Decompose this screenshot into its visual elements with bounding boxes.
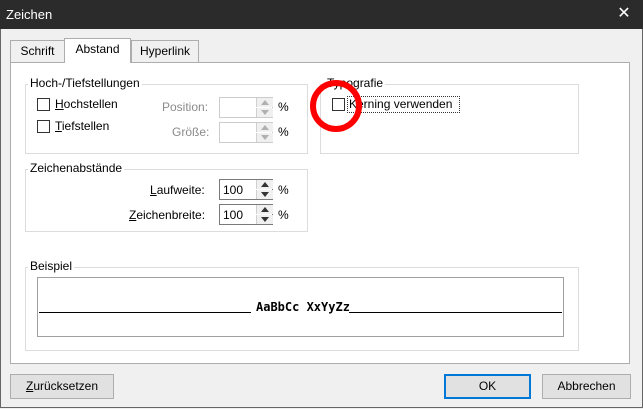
tiefstellen-label[interactable]: Tiefstellen: [55, 119, 109, 133]
position-unit: %: [278, 100, 289, 114]
zeichenbreite-down-button[interactable]: [256, 215, 273, 224]
position-spinbox[interactable]: [219, 97, 273, 118]
title-bar: Zeichen ✕: [0, 0, 643, 29]
laufweite-spin-arrows: [256, 180, 273, 199]
position-label: Position:: [162, 100, 209, 114]
tiefstellen-mnemonic: T: [55, 119, 62, 133]
hochstellen-label[interactable]: Hochstellen: [55, 97, 118, 111]
groesse-down-button[interactable]: [256, 133, 273, 142]
chevron-down-icon: [261, 192, 269, 197]
tab-label: Hyperlink: [139, 44, 190, 58]
hochstellen-label-rest: ochstellen: [63, 97, 118, 111]
groesse-up-button[interactable]: [256, 123, 273, 132]
zeichenbreite-value: 100: [223, 208, 244, 222]
chevron-up-icon: [261, 125, 269, 130]
groesse-unit: %: [278, 125, 289, 139]
position-down-button[interactable]: [256, 108, 273, 117]
position-spin-arrows: [256, 98, 273, 117]
group-label-zeichenabstaende: Zeichenabstände: [28, 161, 125, 175]
zeichenbreite-spin-arrows: [256, 205, 273, 224]
annotation-circle: [310, 80, 362, 132]
zeichenbreite-label-rest: eichenbreite:: [136, 208, 206, 222]
tiefstellen-label-rest: iefstellen: [61, 119, 110, 133]
hochstellen-mnemonic: H: [55, 97, 64, 111]
laufweite-down-button[interactable]: [256, 190, 273, 199]
zeichenbreite-spinbox[interactable]: 100: [219, 204, 273, 225]
laufweite-mnemonic: L: [150, 183, 157, 197]
group-label-hoch-tief: Hoch-/Tiefstellungen: [28, 76, 142, 90]
laufweite-unit: %: [278, 183, 289, 197]
close-icon[interactable]: ✕: [613, 4, 635, 24]
groesse-spin-arrows: [256, 123, 273, 142]
preview-baseline-right: [349, 312, 562, 313]
laufweite-label: Laufweite:: [150, 183, 205, 197]
chevron-down-icon: [261, 110, 269, 115]
laufweite-spinbox[interactable]: 100: [219, 179, 273, 200]
reset-label-rest: urücksetzen: [33, 379, 99, 393]
ok-button[interactable]: OK: [444, 374, 531, 399]
zeichenbreite-up-button[interactable]: [256, 205, 273, 214]
chevron-up-icon: [261, 207, 269, 212]
cancel-button[interactable]: Abbrechen: [542, 374, 631, 399]
tab-schrift[interactable]: Schrift: [10, 40, 65, 62]
zeichenbreite-unit: %: [278, 208, 289, 222]
chevron-up-icon: [261, 182, 269, 187]
preview-sample-text: AaBbCc XxYyZz: [256, 300, 350, 314]
laufweite-value: 100: [223, 183, 244, 197]
tab-abstand[interactable]: Abstand: [64, 38, 131, 63]
kerning-label[interactable]: Kerning verwenden: [349, 97, 452, 111]
chevron-up-icon: [261, 100, 269, 105]
zeichenbreite-label: Zeichenbreite:: [129, 208, 205, 222]
preview-baseline-left: [39, 312, 251, 313]
reset-button[interactable]: Zurücksetzen: [10, 374, 114, 399]
hochstellen-checkbox[interactable]: [37, 98, 50, 111]
window-title: Zeichen: [6, 7, 53, 22]
tab-label: Abstand: [75, 42, 120, 56]
groesse-spinbox[interactable]: [219, 122, 273, 143]
group-label-beispiel: Beispiel: [28, 259, 75, 273]
tiefstellen-checkbox[interactable]: [37, 120, 50, 133]
groesse-label: Größe:: [172, 125, 210, 139]
tab-label: Schrift: [20, 44, 55, 58]
laufweite-label-rest: aufweite:: [156, 183, 205, 197]
tab-hyperlink[interactable]: Hyperlink: [131, 40, 199, 62]
chevron-down-icon: [261, 135, 269, 140]
laufweite-up-button[interactable]: [256, 180, 273, 189]
chevron-down-icon: [261, 217, 269, 222]
position-up-button[interactable]: [256, 98, 273, 107]
